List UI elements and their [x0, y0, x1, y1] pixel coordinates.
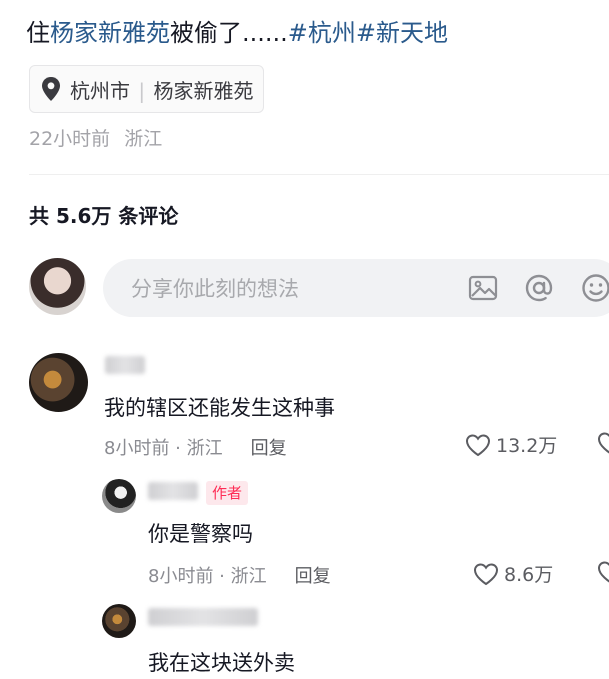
post-region: 浙江 [124, 128, 163, 150]
author-badge: 作者 [206, 481, 249, 505]
blurred-username[interactable] [148, 482, 198, 500]
location-place: 杨家新雅苑 [153, 78, 254, 103]
comment-input[interactable]: 分享你此刻的想法 [103, 259, 609, 317]
comment-time-location: 8小时前 · 浙江 [104, 438, 223, 459]
post-meta: 22小时前 浙江 [29, 124, 162, 151]
at-icon[interactable] [523, 272, 555, 304]
comment-meta: 8小时前 · 浙江 回复 [148, 562, 331, 588]
location-chip[interactable]: 杭州市 | 杨家新雅苑 [29, 65, 265, 113]
location-text: 杭州市 | 杨家新雅苑 [70, 75, 253, 104]
post-title-link[interactable]: 杨家新雅苑 [50, 19, 170, 47]
emoji-icon[interactable] [580, 272, 609, 304]
blurred-username[interactable] [148, 608, 258, 626]
post-time: 22小时前 [29, 128, 111, 150]
heart-icon [465, 433, 491, 456]
comment-count: 共 5.6万 条评论 [29, 204, 179, 228]
comment-text: 我在这块送外卖 [148, 651, 295, 675]
dislike-icon[interactable] [597, 560, 609, 584]
heart-icon [473, 562, 499, 585]
comment-input-placeholder: 分享你此刻的想法 [131, 277, 299, 301]
like-button[interactable]: 13.2万 [465, 431, 557, 458]
commenter-avatar[interactable] [29, 353, 88, 412]
location-pin-icon [42, 77, 60, 101]
comment-text: 你是警察吗 [148, 522, 253, 546]
author-avatar[interactable] [102, 479, 136, 513]
comment-screen: 住杨家新雅苑被偷了......#杭州#新天地 杭州市 | 杨家新雅苑 22小时前… [0, 0, 609, 679]
image-icon[interactable] [467, 272, 499, 304]
like-button[interactable]: 8.6万 [473, 560, 553, 587]
comment-meta: 8小时前 · 浙江 回复 [104, 434, 287, 460]
post-title: 住杨家新雅苑被偷了......#杭州#新天地 [26, 16, 448, 50]
reply-button[interactable]: 回复 [295, 566, 331, 587]
commenter-avatar[interactable] [102, 604, 136, 638]
comment-text: 我的辖区还能发生这种事 [104, 396, 335, 420]
location-separator: | [138, 78, 146, 103]
reply-button[interactable]: 回复 [251, 438, 287, 459]
blurred-username[interactable] [105, 356, 145, 374]
dislike-icon[interactable] [597, 431, 609, 455]
location-city: 杭州市 [70, 78, 130, 103]
divider [29, 174, 609, 175]
post-title-suffix: 被偷了...... [170, 19, 288, 47]
hashtag[interactable]: #杭州 [288, 19, 356, 47]
hashtag[interactable]: #新天地 [356, 19, 448, 47]
post-title-prefix: 住 [26, 19, 50, 47]
my-avatar[interactable] [29, 258, 86, 315]
like-count: 8.6万 [504, 564, 554, 586]
comment-time-location: 8小时前 · 浙江 [148, 566, 267, 587]
like-count: 13.2万 [496, 435, 558, 457]
